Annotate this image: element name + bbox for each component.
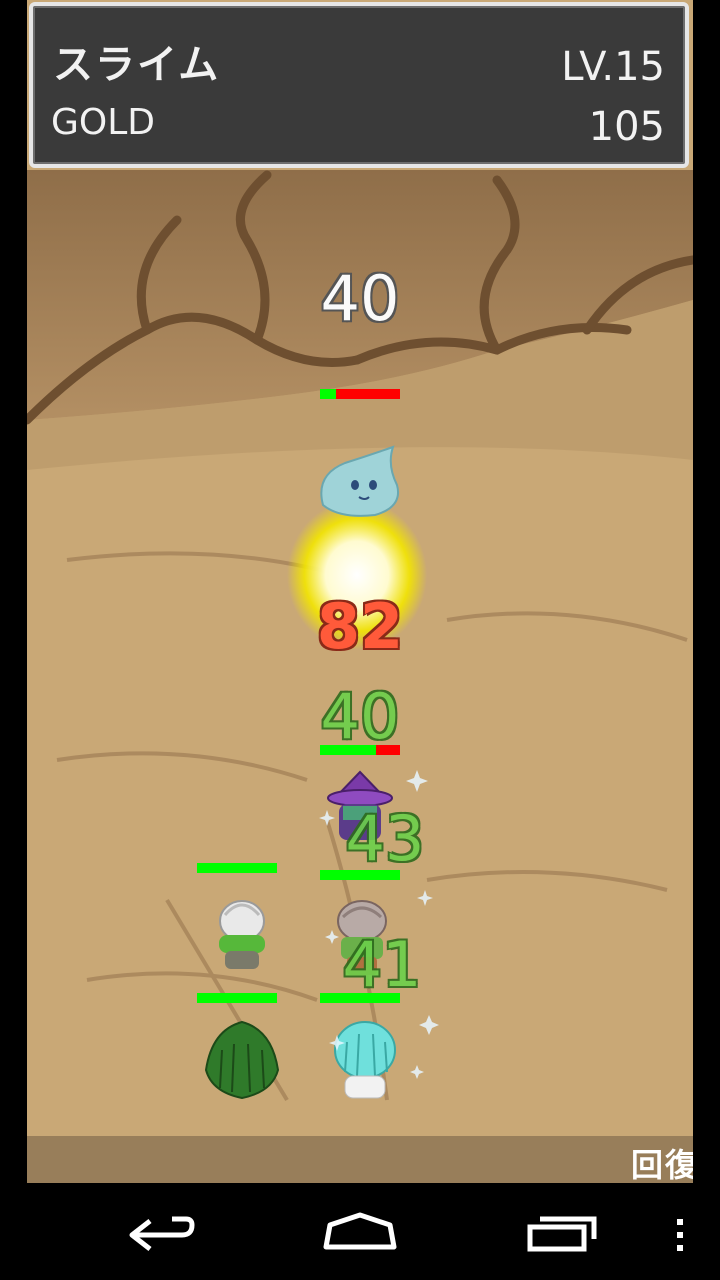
heal-command-button[interactable]: 回復 (631, 1140, 693, 1183)
recents-button[interactable] (500, 1183, 620, 1280)
player-name: スライム (53, 42, 221, 88)
hero-cleric-sprite[interactable] (207, 895, 277, 975)
menu-icon (677, 1219, 683, 1251)
player-level: LV.15 (561, 44, 665, 90)
back-icon (129, 1216, 195, 1251)
navigation-bar (0, 1183, 720, 1280)
back-button[interactable] (100, 1183, 220, 1280)
screen: スライム LV.15 GOLD 105 40 82 40 43 41 回復 (0, 0, 720, 1280)
hero-ranger-sprite[interactable] (202, 1020, 282, 1100)
heal-number-1: 40 (320, 680, 400, 753)
gold-label: GOLD (51, 102, 156, 143)
home-icon (323, 1212, 397, 1250)
battle-scene[interactable]: スライム LV.15 GOLD 105 40 82 40 43 41 回復 (27, 0, 693, 1183)
status-window: スライム LV.15 GOLD 105 (29, 2, 689, 168)
heal-sparkles (319, 770, 439, 1079)
hero-hp-bar-ranger (197, 993, 277, 1003)
enemy-hp-bar (320, 389, 400, 399)
hero-hp-bar-mage (320, 745, 400, 755)
overflow-menu-button[interactable] (640, 1183, 720, 1280)
recents-icon (527, 1216, 597, 1252)
enemy-damage-number: 40 (320, 262, 400, 335)
home-button[interactable] (300, 1183, 420, 1280)
hero-hp-bar-cleric (197, 863, 277, 873)
slime-enemy[interactable] (315, 445, 405, 520)
command-bar (27, 1136, 693, 1183)
enemy-hp-fill (320, 389, 336, 399)
gold-value: 105 (588, 104, 665, 150)
critical-damage-number: 82 (316, 590, 404, 663)
